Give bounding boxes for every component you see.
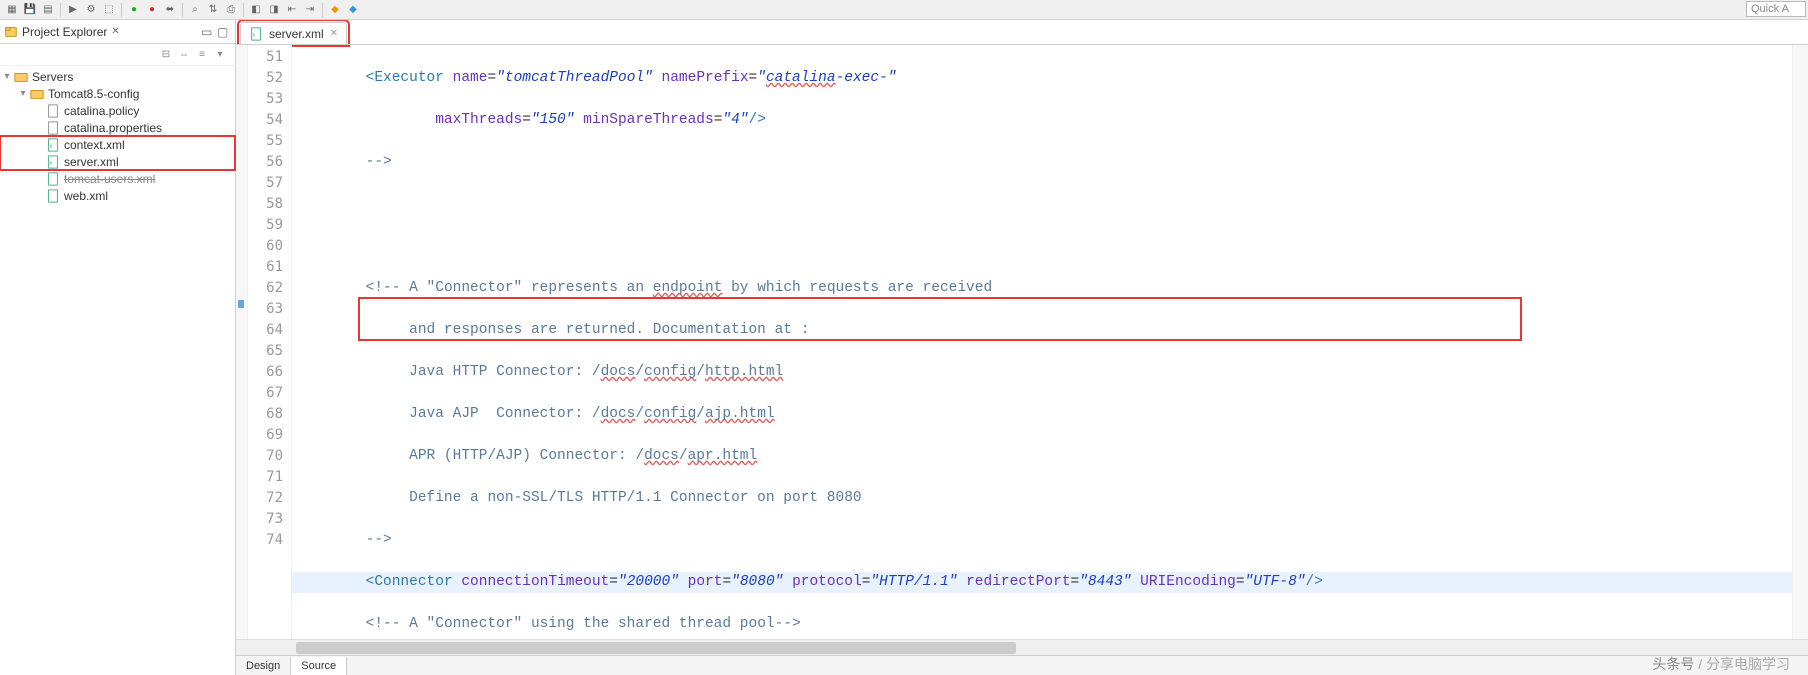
tree-label: catalina.policy xyxy=(64,104,139,118)
xml-file-icon xyxy=(46,189,60,203)
tree-label: Servers xyxy=(32,70,73,84)
toolbar-icon[interactable]: ● xyxy=(126,2,142,18)
close-icon[interactable]: ✕ xyxy=(111,26,119,37)
svg-text:x: x xyxy=(253,32,256,38)
horizontal-scrollbar[interactable] xyxy=(236,639,1808,655)
twisty-icon[interactable]: ▾ xyxy=(0,71,14,82)
tree-node-file[interactable]: catalina.properties xyxy=(0,119,235,136)
tree-node-tomcat-users[interactable]: tomcat-users.xml xyxy=(0,170,235,187)
editor-panel: x server.xml ✕ 5152535455565758596061626… xyxy=(236,20,1808,675)
tab-source[interactable]: Source xyxy=(291,657,347,675)
editor-tab-bar: x server.xml ✕ xyxy=(236,20,1808,44)
tree-node-file[interactable]: catalina.policy xyxy=(0,102,235,119)
tree-label: tomcat-users.xml xyxy=(64,172,155,186)
separator xyxy=(121,3,122,17)
panel-title: Project Explorer xyxy=(22,25,107,39)
tree-node-server-xml[interactable]: x server.xml xyxy=(0,153,235,170)
collapse-all-icon[interactable]: ⊟ xyxy=(159,48,173,62)
toolbar-icon[interactable]: ● xyxy=(144,2,160,18)
tree-node-context-xml[interactable]: x context.xml xyxy=(0,136,235,153)
toolbar-icon[interactable]: ⇅ xyxy=(205,2,221,18)
project-explorer-panel: Project Explorer ✕ ▭ ▢ ⊟ ⇔ ≡ ▾ ▾ Servers… xyxy=(0,20,236,675)
toolbar-icon[interactable]: ◆ xyxy=(345,2,361,18)
toolbar-icon[interactable]: ⌕ xyxy=(187,2,203,18)
twisty-icon[interactable]: ▾ xyxy=(16,88,30,99)
menu-icon[interactable]: ▾ xyxy=(213,48,227,62)
toolbar-icon[interactable]: ⬚ xyxy=(101,2,117,18)
panel-toolbar: ⊟ ⇔ ≡ ▾ xyxy=(0,44,235,66)
separator xyxy=(243,3,244,17)
tree-node-servers[interactable]: ▾ Servers xyxy=(0,68,235,85)
file-icon xyxy=(46,121,60,135)
xml-file-icon xyxy=(46,172,60,186)
toolbar-icon[interactable]: 💾 xyxy=(22,2,38,18)
separator xyxy=(60,3,61,17)
toolbar-icon[interactable]: ◧ xyxy=(248,2,264,18)
link-icon[interactable]: ⇔ xyxy=(177,48,191,62)
project-icon xyxy=(14,70,28,84)
overview-ruler[interactable] xyxy=(1792,45,1808,639)
watermark: 头条号 / 分享电脑学习 xyxy=(1652,654,1790,674)
tree-label: context.xml xyxy=(64,138,125,152)
folder-icon xyxy=(30,87,44,101)
xml-file-icon: x xyxy=(46,138,60,152)
tree-label: web.xml xyxy=(64,189,108,203)
tab-label: server.xml xyxy=(269,27,324,41)
toolbar-icon[interactable]: ⎙ xyxy=(223,2,239,18)
toolbar-icon[interactable]: ▦ xyxy=(4,2,20,18)
editor-tab-server-xml[interactable]: x server.xml ✕ xyxy=(240,22,347,44)
toolbar-icon[interactable]: ⬌ xyxy=(162,2,178,18)
toolbar-icon[interactable]: ⇤ xyxy=(284,2,300,18)
tree-label: catalina.properties xyxy=(64,121,162,135)
filter-icon[interactable]: ≡ xyxy=(195,48,209,62)
line-number-gutter: 5152535455565758596061626364656667686970… xyxy=(248,45,292,639)
svg-text:x: x xyxy=(50,160,53,166)
tree-node-web-xml[interactable]: web.xml xyxy=(0,187,235,204)
svg-text:x: x xyxy=(50,143,53,149)
project-tree: ▾ Servers ▾ Tomcat8.5-config catalina.po… xyxy=(0,66,235,206)
main-toolbar: ▦ 💾 ▤ ▶ ⚙ ⬚ ● ● ⬌ ⌕ ⇅ ⎙ ◧ ◨ ⇤ ⇥ ◆ ◆ xyxy=(0,0,1808,20)
tree-node-tomcat[interactable]: ▾ Tomcat8.5-config xyxy=(0,85,235,102)
xml-file-icon: x xyxy=(249,27,263,41)
xml-file-icon: x xyxy=(46,155,60,169)
panel-header: Project Explorer ✕ ▭ ▢ xyxy=(0,20,235,44)
toolbar-icon[interactable]: ◨ xyxy=(266,2,282,18)
file-icon xyxy=(46,104,60,118)
separator xyxy=(322,3,323,17)
maximize-icon[interactable]: ▢ xyxy=(217,25,231,39)
tree-label: Tomcat8.5-config xyxy=(48,87,139,101)
minimize-icon[interactable]: ▭ xyxy=(201,25,215,39)
toolbar-icon[interactable]: ▶ xyxy=(65,2,81,18)
tree-label: server.xml xyxy=(64,155,119,169)
scrollbar-thumb[interactable] xyxy=(296,642,1016,654)
editor-bottom-tabs: Design Source xyxy=(236,655,1808,675)
fold-column[interactable] xyxy=(236,45,248,639)
explorer-icon xyxy=(4,25,18,39)
toolbar-icon[interactable]: ⇥ xyxy=(302,2,318,18)
toolbar-icon[interactable]: ⚙ xyxy=(83,2,99,18)
separator xyxy=(182,3,183,17)
quick-access-input[interactable] xyxy=(1746,1,1806,17)
code-area[interactable]: <Executor name="tomcatThreadPool" namePr… xyxy=(292,45,1808,639)
toolbar-icon[interactable]: ◆ xyxy=(327,2,343,18)
editor-body[interactable]: 5152535455565758596061626364656667686970… xyxy=(236,44,1808,639)
tab-design[interactable]: Design xyxy=(236,657,291,675)
toolbar-icon[interactable]: ▤ xyxy=(40,2,56,18)
close-icon[interactable]: ✕ xyxy=(330,28,338,39)
